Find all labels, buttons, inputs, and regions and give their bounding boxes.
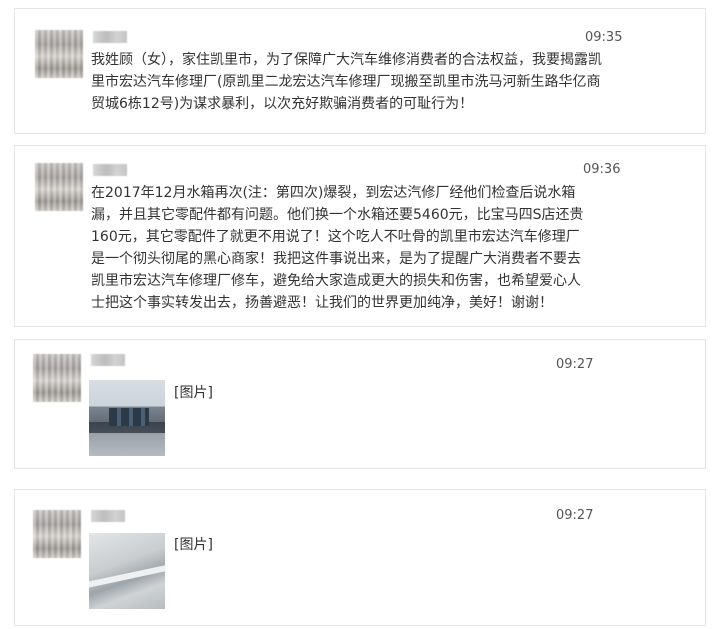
image-thumbnail[interactable] xyxy=(89,380,165,456)
image-label[interactable]: [图片] xyxy=(174,534,213,554)
message-text: 我姓顾（女），家住凯里市，为了保障广大汽车维修消费者的合法权益，我要揭露凯里市宏… xyxy=(91,52,602,112)
sender-name xyxy=(93,31,127,43)
message-card: 09:27 [图片] xyxy=(14,339,706,469)
message-time: 09:36 xyxy=(583,162,621,177)
message-text: 在2017年12月水箱再次(注：第四次)爆裂，到宏达汽修厂经他们检查后说水箱漏，… xyxy=(91,185,584,311)
avatar[interactable] xyxy=(35,163,83,211)
image-thumbnail[interactable] xyxy=(89,533,165,609)
message-time: 09:27 xyxy=(556,357,594,372)
message-card: 09:27 [图片] xyxy=(14,489,706,626)
sender-name xyxy=(93,164,127,176)
message-card: 09:35 我姓顾（女），家住凯里市，为了保障广大汽车维修消费者的合法权益，我要… xyxy=(14,8,706,134)
sender-name xyxy=(91,354,125,366)
avatar[interactable] xyxy=(33,510,81,558)
image-label[interactable]: [图片] xyxy=(174,382,213,402)
message-time: 09:35 xyxy=(585,30,623,45)
sender-name xyxy=(91,510,125,522)
message-card: 09:36 在2017年12月水箱再次(注：第四次)爆裂，到宏达汽修厂经他们检查… xyxy=(14,145,706,327)
message-time: 09:27 xyxy=(556,508,594,523)
avatar[interactable] xyxy=(35,30,83,78)
avatar[interactable] xyxy=(33,354,81,402)
